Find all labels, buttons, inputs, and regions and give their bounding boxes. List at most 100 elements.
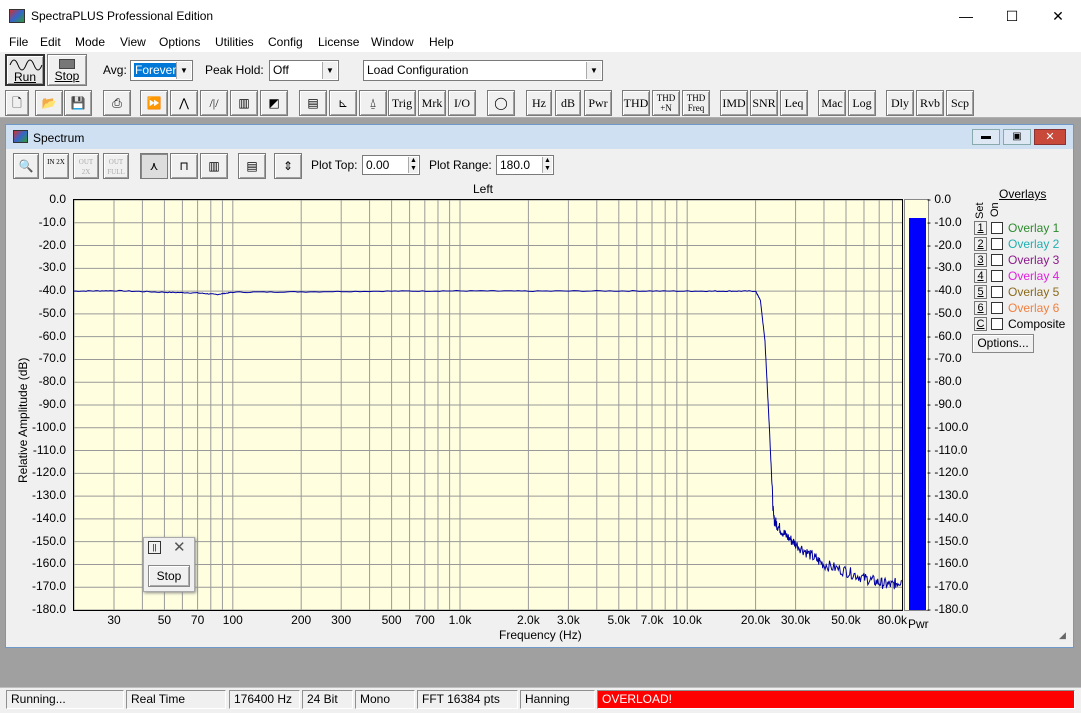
peak-hold-select[interactable]: Off ▼: [269, 60, 339, 81]
close-button[interactable]: ✕: [1035, 0, 1081, 32]
child-restore-button[interactable]: ▣: [1003, 129, 1031, 145]
pwr-tick-label: - -90.0: [927, 397, 962, 411]
overlay-set-button[interactable]: 3: [974, 253, 987, 267]
menu-license[interactable]: License: [318, 35, 359, 49]
sine-circle-icon: ◯: [494, 96, 508, 110]
menu-edit[interactable]: Edit: [40, 35, 61, 49]
overlay-checkbox[interactable]: [991, 318, 1003, 330]
zoom-button[interactable]: 🔍: [13, 153, 39, 179]
zoom-out-2x-button[interactable]: OUT 2X: [73, 153, 99, 179]
overlay-checkbox[interactable]: [991, 302, 1003, 314]
pwr-tick-label: - -110.0: [927, 442, 968, 457]
overlay-set-button[interactable]: 1: [974, 221, 987, 235]
status-bit-depth: 24 Bit: [302, 690, 353, 709]
menu-view[interactable]: View: [120, 35, 146, 49]
mac-button[interactable]: Mac: [818, 90, 846, 116]
main-toolbar: Run Stop Avg: Forever ▼ Peak Hold: Off ▼…: [0, 52, 1081, 88]
open-file-button[interactable]: 📂: [35, 90, 63, 116]
db-button[interactable]: dB: [555, 90, 581, 116]
settings-panel-button[interactable]: ▤: [299, 90, 327, 116]
scale-button[interactable]: ⊾: [329, 90, 357, 116]
overlay-checkbox[interactable]: [991, 238, 1003, 250]
bar-mode-button[interactable]: ▥: [200, 153, 228, 179]
scaling-panel-button[interactable]: ▤: [238, 153, 266, 179]
config-select[interactable]: Load Configuration ▼: [363, 60, 603, 81]
y-tick-label: -160.0: [31, 556, 66, 571]
tripod-icon: ⍙: [369, 96, 377, 110]
thd-n-button[interactable]: THD +N: [652, 90, 680, 116]
overlay-set-button[interactable]: 6: [974, 301, 987, 315]
overlay-set-button[interactable]: 5: [974, 285, 987, 299]
child-close-button[interactable]: ✕: [1034, 129, 1066, 145]
step-mode-button[interactable]: ⊓: [170, 153, 198, 179]
snr-button[interactable]: SNR: [750, 90, 778, 116]
mrk-button[interactable]: Mrk: [418, 90, 446, 116]
menu-help[interactable]: Help: [429, 35, 454, 49]
stop-button[interactable]: Stop: [47, 54, 87, 86]
plot-top-input[interactable]: 0.00 ▲ ▼: [362, 155, 420, 175]
thd-button[interactable]: THD: [622, 90, 650, 116]
log-button[interactable]: Log: [848, 90, 876, 116]
spectrum-window-icon: [13, 130, 28, 143]
y-tick-label: -30.0: [38, 260, 66, 275]
overlay-checkbox[interactable]: [991, 222, 1003, 234]
menu-options[interactable]: Options: [159, 35, 200, 49]
x-tick-label: 3.0k: [557, 613, 580, 627]
line-mode-button[interactable]: ⋏: [140, 153, 168, 179]
hz-button[interactable]: Hz: [526, 90, 552, 116]
minimize-button[interactable]: —: [943, 0, 989, 32]
scp-button[interactable]: Scp: [946, 90, 974, 116]
overlay-checkbox[interactable]: [991, 270, 1003, 282]
overlay-set-button[interactable]: 2: [974, 237, 987, 251]
imd-button[interactable]: IMD: [720, 90, 748, 116]
run-button[interactable]: Run: [5, 54, 45, 86]
menu-mode[interactable]: Mode: [75, 35, 105, 49]
avg-select[interactable]: Forever ▼: [130, 60, 193, 81]
overlay-checkbox[interactable]: [991, 286, 1003, 298]
spectrogram-button[interactable]: ▥: [230, 90, 258, 116]
menu-file[interactable]: File: [9, 35, 28, 49]
y-axis-title: Relative Amplitude (dB): [16, 357, 30, 483]
overlay-checkbox[interactable]: [991, 254, 1003, 266]
maximize-button[interactable]: ☐: [989, 0, 1035, 32]
dly-button[interactable]: Dly: [886, 90, 914, 116]
rvb-button[interactable]: Rvb: [916, 90, 944, 116]
overlays-title: Overlays: [999, 187, 1047, 201]
signal-generator-button[interactable]: ◯: [487, 90, 515, 116]
plot-range-input[interactable]: 180.0 ▲ ▼: [496, 155, 554, 175]
close-icon[interactable]: ✕: [173, 538, 186, 556]
overlay-set-button[interactable]: C: [974, 317, 987, 331]
leq-button[interactable]: Leq: [780, 90, 808, 116]
scope-trigger-button[interactable]: ⍙: [359, 90, 387, 116]
autoscale-button[interactable]: ⇕: [274, 153, 302, 179]
plot-top-label: Plot Top:: [311, 158, 358, 172]
overlay-set-button[interactable]: 4: [974, 269, 987, 283]
io-button[interactable]: I/O: [448, 90, 476, 116]
spectrum-view-button[interactable]: ⋀: [170, 90, 198, 116]
print-button[interactable]: ⎙: [103, 90, 131, 116]
zoom-in-2x-button[interactable]: IN 2X: [43, 153, 69, 179]
child-minimize-button[interactable]: ▬: [972, 129, 1000, 145]
thd-freq-button[interactable]: THD Freq: [682, 90, 710, 116]
resize-grip-icon[interactable]: ◢: [1059, 630, 1066, 641]
overlay-list: 1 Overlay 1 2 Overlay 2 3 Overlay 3 4 Overla…: [974, 221, 1074, 337]
x-tick-label: 700: [414, 613, 435, 627]
status-sample-rate: 176400 Hz: [229, 690, 300, 709]
pwr-tick-label: - -130.0: [927, 488, 969, 503]
menu-config[interactable]: Config: [268, 35, 303, 49]
panel-icon: ▤: [307, 96, 319, 110]
time-series-button[interactable]: /|/: [200, 90, 228, 116]
plot-area[interactable]: [73, 199, 903, 611]
x-tick-label: 1.0k: [448, 613, 472, 627]
pwr-button[interactable]: Pwr: [584, 90, 612, 116]
new-file-button[interactable]: 🗋: [5, 90, 29, 116]
fast-forward-button[interactable]: ⏩: [140, 90, 168, 116]
menu-window[interactable]: Window: [371, 35, 414, 49]
floating-stop-button[interactable]: Stop: [148, 565, 190, 587]
menu-utilities[interactable]: Utilities: [215, 35, 254, 49]
zoom-out-full-button[interactable]: OUT FULL: [103, 153, 129, 179]
save-button[interactable]: 💾: [64, 90, 92, 116]
3d-surface-button[interactable]: ◩: [260, 90, 288, 116]
trig-button[interactable]: Trig: [388, 90, 416, 116]
overlay-options-button[interactable]: Options...: [972, 334, 1034, 353]
